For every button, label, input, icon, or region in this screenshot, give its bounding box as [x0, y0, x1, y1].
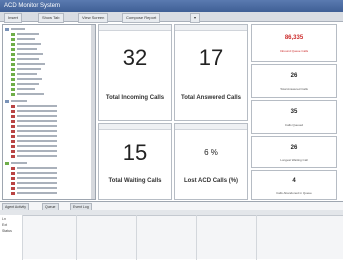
toolbar: Insert Show Tab View Screen Compose Repo…: [0, 12, 343, 23]
tile-waiting-calls: 15 Total Waiting Calls: [98, 123, 172, 200]
side-card-queued: 35 Calls Queued: [251, 100, 337, 134]
tile-header: [99, 25, 171, 31]
agent-busy-icon: [11, 124, 15, 128]
agent-online-icon: [11, 67, 15, 71]
grid-column: [136, 215, 197, 260]
tile-label: Lost ACD Calls (%): [183, 178, 239, 184]
grid-column: [256, 215, 343, 260]
tile-label: Total Waiting Calls: [108, 178, 162, 184]
tile-answered-calls: 17 Total Answered Calls: [174, 24, 248, 121]
tile-label: Total Answered Calls: [180, 95, 241, 101]
folder-icon: [5, 161, 9, 165]
agent-busy-icon: [11, 139, 15, 143]
folder-icon: [5, 27, 9, 31]
side-card-abandoned: 4 Calls Abandoned in Queue: [251, 170, 337, 200]
side-card-label: Longest Waiting Call: [280, 158, 308, 162]
bottom-panel: Agent Activity Queue Event Log Ln Ext St…: [0, 201, 343, 260]
side-card-value: 86,335: [284, 35, 304, 41]
agent-busy-icon: [11, 134, 15, 138]
tree-scrollbar[interactable]: [91, 25, 95, 199]
side-card-value: 35: [290, 109, 298, 115]
toolbar-tab-insert[interactable]: Insert: [4, 13, 23, 23]
agent-online-icon: [11, 52, 15, 56]
side-card-label: Inbound Queue Calls: [279, 49, 309, 53]
side-card-label: Calls Queued: [284, 123, 304, 127]
side-card-label: Total Answered Calls: [280, 87, 308, 91]
agent-online-icon: [11, 57, 15, 61]
folder-icon: [5, 99, 9, 103]
grid-row-label: Status: [2, 229, 12, 233]
side-card-longest-wait: 26 Longest Waiting Call: [251, 136, 337, 168]
tile-header: [99, 124, 171, 130]
tile-value: 17: [198, 45, 224, 70]
agent-busy-icon: [11, 154, 15, 158]
toolbar-tab-report[interactable]: Compose Report: [122, 13, 161, 23]
toolbar-tab-show[interactable]: Show Tab: [38, 13, 64, 23]
agent-busy-icon: [11, 186, 15, 190]
agent-busy-icon: [11, 191, 15, 195]
window-titlebar: ACD Monitor System: [0, 0, 343, 12]
grid-column: [196, 215, 257, 260]
grid-column: Ln Ext Status: [0, 215, 23, 260]
tree-group[interactable]: [5, 161, 27, 165]
toolbar-dropdown-button[interactable]: ▾: [190, 13, 201, 23]
window-title: ACD Monitor System: [4, 3, 61, 9]
side-card-label: Calls Abandoned in Queue: [276, 191, 312, 195]
tile-value: 6 %: [204, 148, 218, 157]
agent-busy-icon: [11, 171, 15, 175]
agent-online-icon: [11, 47, 15, 51]
agent-busy-icon: [11, 104, 15, 108]
tile-incoming-calls: 32 Total Incoming Calls: [98, 24, 172, 121]
tile-value: 15: [122, 140, 148, 165]
agent-online-icon: [11, 87, 15, 91]
agent-busy-icon: [11, 144, 15, 148]
agent-online-icon: [11, 62, 15, 66]
agent-online-icon: [11, 82, 15, 86]
grid-column: [22, 215, 77, 260]
tile-header: [175, 25, 247, 31]
agent-online-icon: [11, 37, 15, 41]
agent-busy-icon: [11, 176, 15, 180]
tile-label: Total Incoming Calls: [105, 95, 165, 101]
agent-busy-icon: [11, 129, 15, 133]
agent-online-icon: [11, 42, 15, 46]
grid-column: [76, 215, 137, 260]
side-card-queue: 86,335 Inbound Queue Calls: [251, 24, 337, 62]
tile-header: [175, 124, 247, 130]
tile-value: 32: [122, 45, 148, 70]
agent-online-icon: [11, 77, 15, 81]
toolbar-tab-view[interactable]: View Screen: [78, 13, 109, 23]
side-card-value: 4: [292, 178, 296, 184]
tree-group[interactable]: [5, 99, 27, 103]
tile-lost-calls: 6 % Lost ACD Calls (%): [174, 123, 248, 200]
agent-busy-icon: [11, 109, 15, 113]
side-card-value: 26: [290, 145, 298, 151]
agent-online-icon: [11, 72, 15, 76]
side-card-value: 26: [290, 73, 298, 79]
side-card-answered: 26 Total Answered Calls: [251, 64, 337, 98]
agent-online-icon: [11, 32, 15, 36]
agent-busy-icon: [11, 181, 15, 185]
tree-root[interactable]: [5, 27, 25, 31]
agent-busy-icon: [11, 114, 15, 118]
grid-row-label: Ln: [2, 217, 6, 221]
agent-busy-icon: [11, 166, 15, 170]
extension-tree[interactable]: [2, 24, 96, 200]
agent-busy-icon: [11, 119, 15, 123]
agent-online-icon: [11, 92, 15, 96]
agent-busy-icon: [11, 149, 15, 153]
